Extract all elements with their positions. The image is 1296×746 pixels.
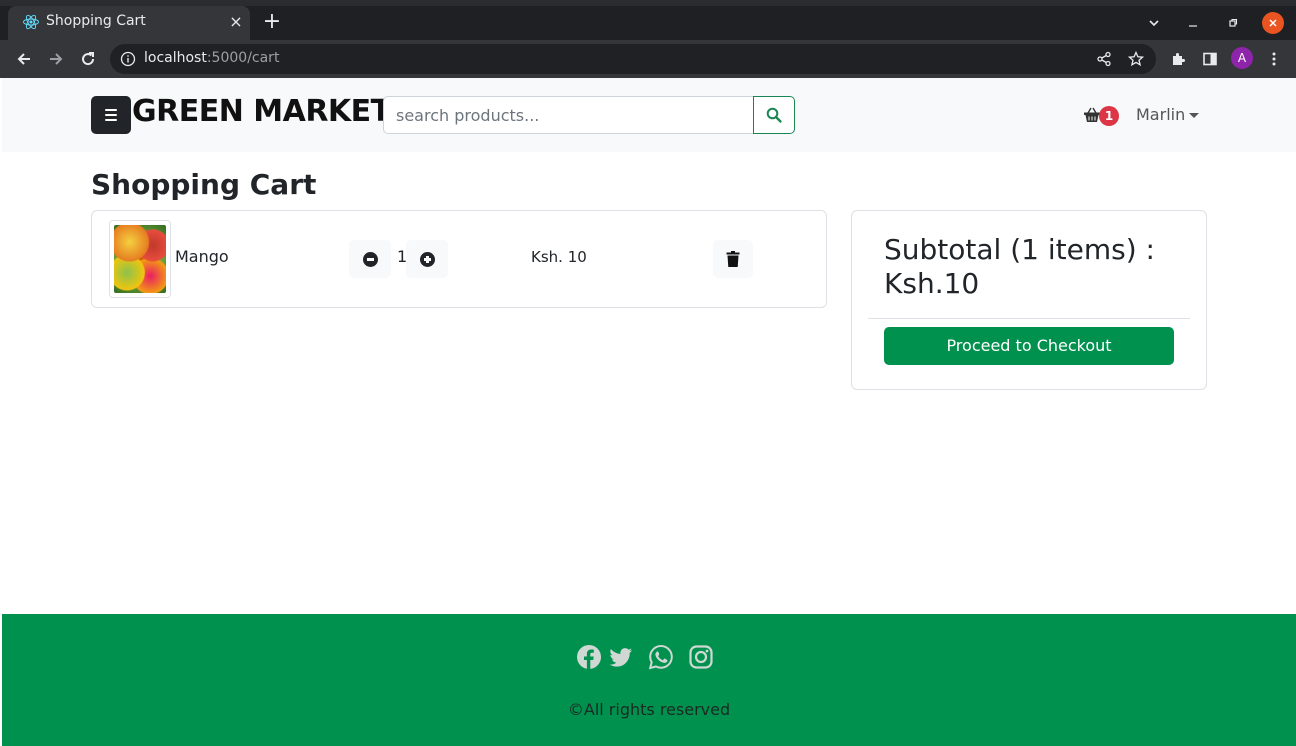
side-panel-icon[interactable] [1198, 47, 1222, 71]
new-tab-icon[interactable]: + [262, 11, 282, 33]
url-host: localhost [144, 50, 207, 66]
twitter-icon[interactable] [608, 644, 634, 670]
reload-icon[interactable] [76, 47, 100, 71]
back-icon[interactable] [12, 47, 36, 71]
browser-tab-strip: Shopping Cart × + [0, 0, 1296, 40]
site-info-icon[interactable] [120, 51, 136, 67]
search-button[interactable] [753, 96, 795, 134]
profile-avatar[interactable]: A [1231, 47, 1253, 69]
minimize-icon[interactable] [1182, 12, 1204, 34]
react-logo-icon [23, 14, 39, 30]
share-icon[interactable] [1096, 51, 1112, 67]
search-input[interactable] [383, 96, 754, 134]
subtotal-text: Subtotal (1 items) : Ksh.10 [884, 233, 1155, 300]
remove-item-button[interactable] [713, 240, 753, 278]
facebook-icon[interactable] [576, 644, 602, 670]
product-price: Ksh. 10 [531, 248, 587, 266]
divider [868, 318, 1190, 319]
cart-items-card: Mango 1 Ksh. 10 [91, 210, 827, 308]
url-text: localhost:5000/cart [144, 50, 279, 66]
bookmark-star-icon[interactable] [1128, 51, 1144, 67]
browser-menu-icon[interactable] [1262, 47, 1286, 71]
address-bar[interactable]: localhost:5000/cart [110, 44, 1156, 74]
trash-icon [726, 251, 740, 267]
hamburger-line [105, 109, 117, 111]
menu-toggle-button[interactable] [91, 96, 131, 134]
order-summary-card: Subtotal (1 items) : Ksh.10 Proceed to C… [851, 210, 1207, 390]
url-path: :5000/cart [206, 50, 280, 66]
extensions-icon[interactable] [1166, 47, 1190, 71]
window-close-icon[interactable] [1262, 12, 1284, 34]
browser-tab[interactable]: Shopping Cart × [8, 6, 250, 40]
brand-logo-text[interactable]: GREEN MARKET [132, 94, 391, 129]
proceed-to-checkout-button[interactable]: Proceed to Checkout [884, 327, 1174, 365]
cart-count-badge: 1 [1099, 106, 1119, 126]
mango-photo [114, 225, 166, 293]
instagram-icon[interactable] [688, 644, 714, 670]
search-icon [766, 107, 782, 123]
product-image[interactable] [109, 220, 171, 298]
hamburger-line [105, 114, 117, 116]
site-footer: ©All rights reserved [2, 614, 1296, 746]
increase-quantity-button[interactable] [406, 240, 448, 278]
decrease-quantity-button[interactable] [349, 240, 391, 278]
whatsapp-icon[interactable] [648, 644, 674, 670]
forward-icon[interactable] [44, 47, 68, 71]
browser-toolbar: localhost:5000/cart A [0, 40, 1296, 78]
product-name[interactable]: Mango [175, 247, 229, 266]
page-content: GREEN MARKET 1 Marlin Shopping Cart Mang… [2, 78, 1296, 746]
close-tab-icon[interactable]: × [226, 12, 246, 32]
user-dropdown[interactable]: Marlin [1136, 105, 1200, 124]
restore-icon[interactable] [1222, 12, 1244, 34]
hamburger-line [105, 119, 117, 121]
tab-search-icon[interactable] [1143, 12, 1165, 34]
browser-tab-title: Shopping Cart [46, 13, 146, 29]
caret-down-icon [1189, 113, 1200, 118]
user-name: Marlin [1136, 105, 1186, 124]
page-title: Shopping Cart [91, 168, 317, 201]
copyright-text: ©All rights reserved [567, 700, 731, 719]
site-navbar: GREEN MARKET 1 Marlin [2, 78, 1296, 152]
